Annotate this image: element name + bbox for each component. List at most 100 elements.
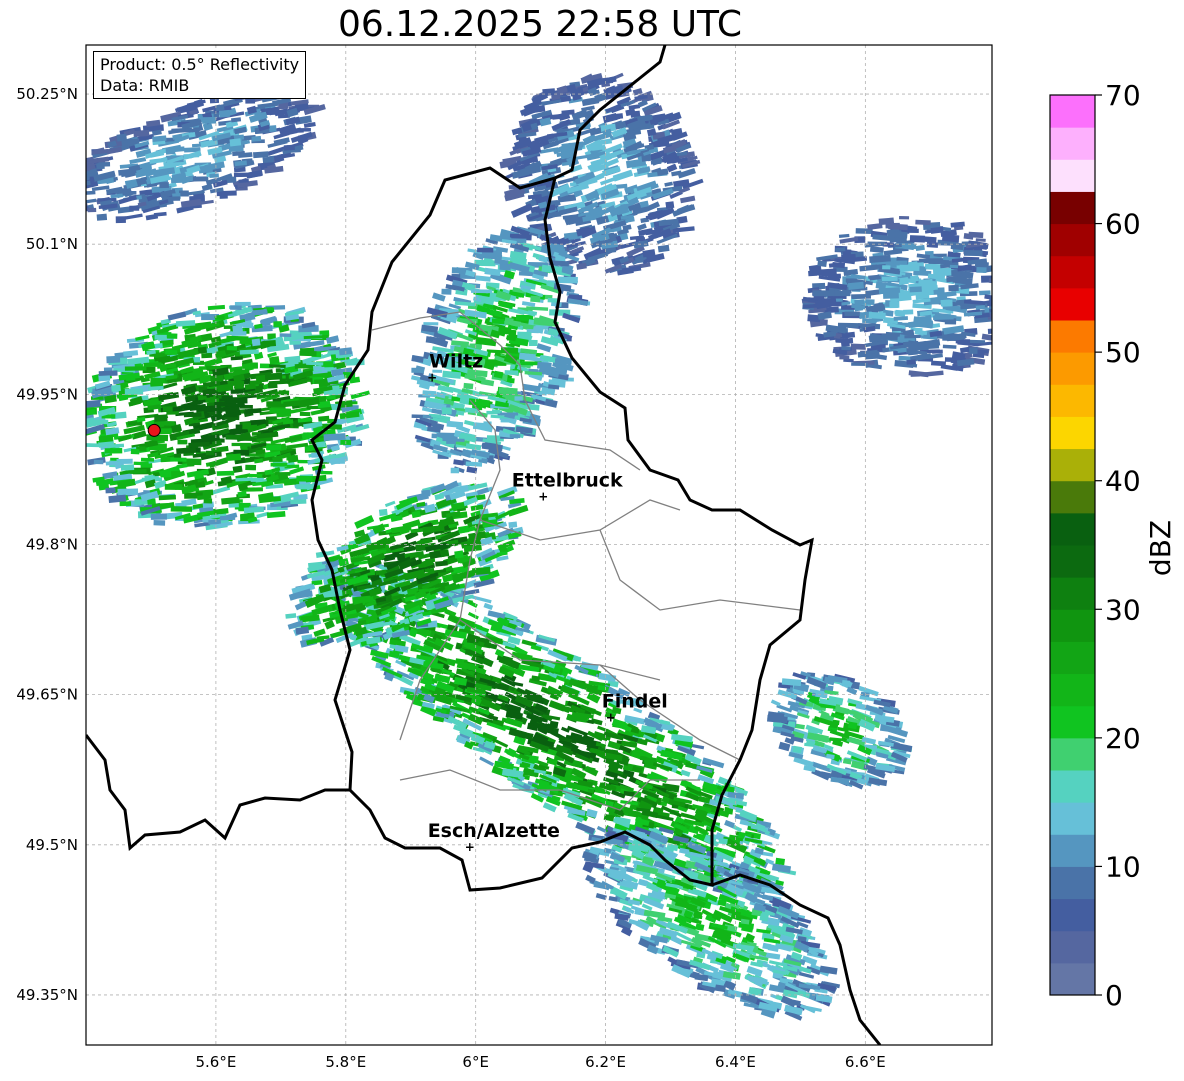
- radar-pixel: [471, 289, 492, 294]
- radar-pixel: [497, 412, 519, 416]
- radar-pixel: [63, 199, 72, 205]
- radar-pixel: [895, 309, 906, 317]
- radar-pixel: [993, 289, 1012, 294]
- radar-pixel: [454, 550, 464, 559]
- radar-pixel: [817, 260, 827, 268]
- radar-pixel: [840, 339, 850, 347]
- radar-pixel: [422, 390, 437, 398]
- radar-pixel: [999, 291, 1012, 295]
- radar-pixel: [933, 314, 954, 320]
- radar-pixel: [908, 343, 929, 351]
- radar-pixel: [116, 133, 127, 142]
- radar-pixel: [718, 838, 728, 845]
- radar-pixel: [242, 322, 254, 329]
- radar-pixel: [159, 182, 169, 189]
- colorbar-tick-label: 40: [1105, 465, 1141, 498]
- radar-pixel: [164, 484, 183, 491]
- radar-pixel: [150, 513, 167, 520]
- radar-pixel: [841, 680, 851, 687]
- radar-pixel: [86, 419, 109, 425]
- colorbar-segment: [1050, 191, 1095, 225]
- radar-pixel: [216, 470, 235, 476]
- colorbar-segment: [1050, 416, 1095, 450]
- radar-pixel: [234, 384, 244, 389]
- lat-tick-label: 49.5°N: [26, 836, 78, 854]
- radar-pixel: [881, 333, 898, 341]
- radar-pixel: [968, 231, 984, 239]
- radar-pixel: [87, 207, 97, 213]
- radar-pixel: [378, 508, 388, 517]
- radar-pixel: [865, 299, 875, 305]
- radar-pixel: [234, 301, 251, 307]
- radar-pixel: [248, 473, 263, 478]
- radar-map: 50.25°N50.1°N49.95°N49.8°N49.65°N49.5°N4…: [16, 44, 1177, 1071]
- radar-pixel: [889, 301, 900, 308]
- radar-pixel: [554, 358, 572, 365]
- radar-pixel: [279, 333, 292, 337]
- radar-pixel: [841, 346, 851, 351]
- radar-pixel: [165, 148, 176, 155]
- radar-pixel: [192, 176, 209, 182]
- colorbar-segment: [1050, 705, 1095, 739]
- radar-site-marker: [147, 423, 161, 437]
- radar-pixel: [898, 277, 909, 286]
- radar-pixel: [528, 339, 538, 347]
- colorbar-tick-label: 50: [1105, 336, 1141, 369]
- radar-pixel: [294, 363, 307, 369]
- colorbar-segment: [1050, 673, 1095, 707]
- radar-pixel: [269, 364, 286, 369]
- radar-pixel: [665, 201, 675, 209]
- radar-pixel: [924, 288, 934, 296]
- radar-pixel: [270, 462, 288, 467]
- lat-tick-label: 49.8°N: [26, 535, 78, 553]
- radar-pixel: [997, 288, 1009, 294]
- radar-pixel: [170, 506, 193, 512]
- colorbar-segment: [1050, 962, 1095, 996]
- radar-pixel: [196, 405, 219, 413]
- radar-pixel: [888, 223, 908, 231]
- radar-pixel: [124, 366, 147, 371]
- lat-tick-label: 50.1°N: [26, 235, 78, 253]
- colorbar: 010203040506070: [1049, 79, 1141, 1012]
- radar-pixel: [266, 444, 282, 451]
- radar-pixel: [832, 262, 846, 269]
- radar-pixel: [105, 487, 116, 494]
- radar-pixel: [153, 520, 166, 526]
- colorbar-segment: [1050, 512, 1095, 546]
- lon-tick-label: 6.2°E: [585, 1053, 626, 1071]
- lon-tick-label: 6.4°E: [715, 1053, 756, 1071]
- colorbar-tick-label: 60: [1105, 208, 1141, 241]
- colorbar-segment: [1050, 866, 1095, 900]
- radar-pixel: [508, 521, 518, 528]
- radar-pixel: [839, 355, 850, 360]
- colorbar-tick-label: 30: [1105, 593, 1141, 626]
- radar-pixel: [130, 448, 140, 455]
- radar-pixel: [300, 127, 311, 132]
- radar-pixel: [450, 467, 460, 474]
- colorbar-segment: [1050, 255, 1095, 289]
- radar-pixel: [111, 384, 121, 392]
- radar-pixel: [439, 549, 450, 558]
- radar-pixel: [283, 144, 295, 151]
- radar-pixel: [67, 201, 80, 211]
- radar-pixel: [441, 288, 452, 295]
- radar-pixel: [124, 388, 144, 395]
- colorbar-segment: [1050, 834, 1095, 867]
- radar-pixel: [223, 413, 238, 418]
- colorbar-segment: [1050, 641, 1095, 675]
- colorbar-segment: [1050, 159, 1095, 192]
- radar-pixel: [241, 437, 257, 441]
- radar-pixel: [933, 268, 952, 277]
- radar-pixel: [250, 477, 264, 482]
- radar-pixel: [893, 316, 908, 321]
- radar-pixel: [318, 415, 330, 422]
- radar-pixel: [530, 295, 541, 303]
- radar-pixel: [119, 501, 132, 507]
- radar-pixel: [162, 406, 173, 412]
- colorbar-segment: [1050, 898, 1095, 932]
- radar-pixel: [808, 270, 818, 277]
- radar-pixel: [904, 334, 921, 339]
- radar-pixel: [463, 382, 474, 390]
- radar-pixel: [229, 138, 242, 147]
- radar-pixel: [220, 515, 236, 521]
